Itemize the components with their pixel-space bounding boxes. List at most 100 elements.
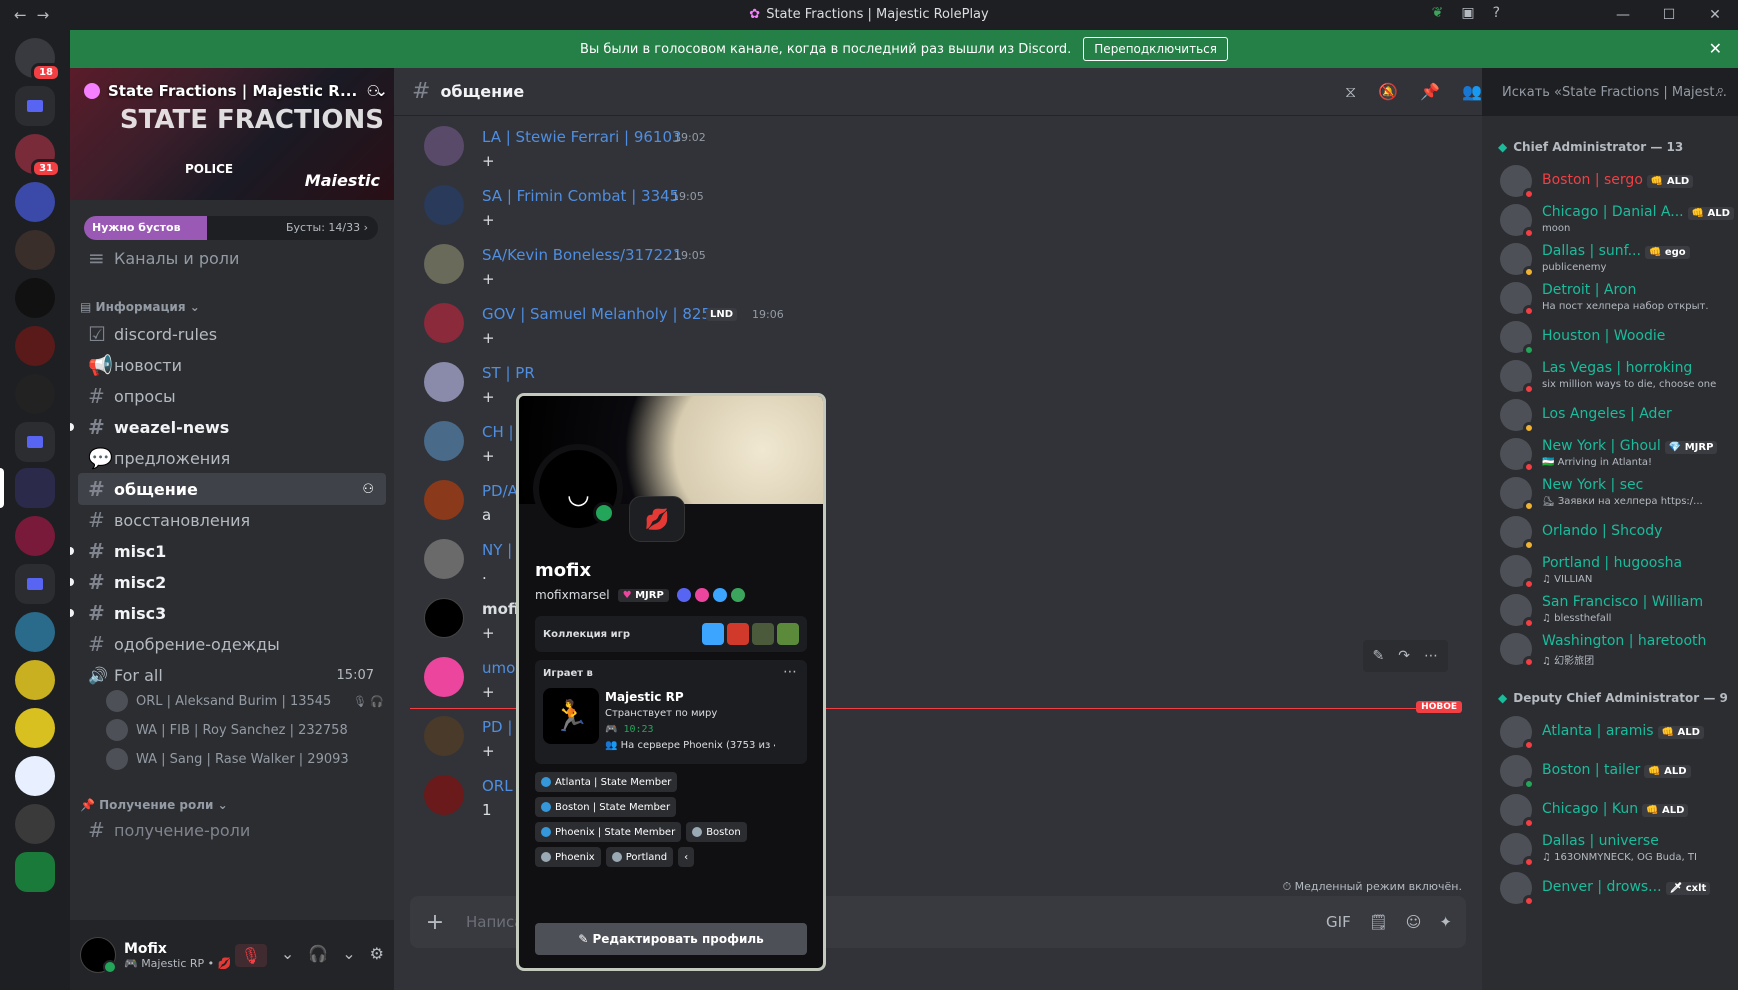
more-icon[interactable]: ⋯ [783, 664, 797, 680]
server-green[interactable] [15, 852, 55, 892]
server-emblem[interactable] [15, 374, 55, 414]
channel-misc1[interactable]: # misc1 [70, 535, 386, 567]
channel-news[interactable]: 📢 новости [78, 349, 386, 381]
member-row[interactable]: Las Vegas | horroking six million ways to… [1490, 355, 1738, 397]
member-row[interactable]: San Francisco | William ♫ blessthefall [1490, 589, 1738, 631]
attach-plus-icon[interactable]: + [424, 910, 446, 935]
pinned-messages-icon[interactable]: 📌 [1420, 82, 1440, 102]
member-row[interactable]: Orlando | Shcody [1490, 511, 1738, 553]
message-author[interactable]: LA | Stewie Ferrari | 96103 [482, 128, 682, 146]
message[interactable]: SA/Kevin Boneless/317221 19:05 + [410, 240, 1462, 300]
avatar[interactable] [1500, 477, 1535, 512]
reconnect-button[interactable]: Переподключиться [1083, 37, 1228, 61]
avatar[interactable] [1500, 755, 1535, 790]
member-row[interactable]: Chicago | Kun 👊 ALD [1490, 789, 1738, 831]
server-gold[interactable] [15, 708, 55, 748]
custom-status-bubble[interactable]: 💋 [629, 496, 685, 542]
avatar[interactable] [1500, 360, 1535, 395]
avatar[interactable] [424, 716, 464, 756]
avatar[interactable] [1500, 165, 1535, 200]
avatar[interactable] [1500, 633, 1535, 668]
message[interactable]: SA | Frimin Combat | 3345 19:05 + [410, 181, 1462, 241]
member-row[interactable]: Houston | Woodie [1490, 316, 1738, 358]
badge-icon[interactable] [676, 588, 691, 602]
badge-icon[interactable] [694, 588, 709, 602]
avatar[interactable] [1500, 321, 1535, 356]
server-tag[interactable]: MJRP [617, 588, 669, 602]
member-row[interactable]: Dallas | universe ♫ 163ONMYNECK, OG Buda,… [1490, 828, 1738, 870]
channel-general-selected[interactable]: # общение ⚇ [78, 473, 386, 505]
avatar[interactable] [424, 480, 464, 520]
member-row[interactable]: New York | sec ⛸ Заявки на хелпера https:… [1490, 472, 1738, 514]
member-row[interactable]: Portland | hugoosha ♫ VILLIAN [1490, 550, 1738, 592]
boost-progress[interactable]: Нужно бустов Бусты: 14/33 › [84, 216, 378, 240]
channel-misc3[interactable]: # misc3 [70, 597, 386, 629]
avatar[interactable] [424, 775, 464, 815]
voice-user[interactable]: WA | FIB | Roy Sanchez | 232758 [106, 717, 384, 743]
apps-icon[interactable]: ✦ [1439, 913, 1452, 931]
message-author[interactable]: SA | Frimin Combat | 3345 [482, 187, 679, 205]
guild-banner[interactable]: STATE FRACTIONS POLICE Maiestic State Fr… [70, 68, 394, 200]
avatar[interactable] [1500, 204, 1535, 239]
invite-icon[interactable]: ⚇ [367, 82, 380, 100]
server-folder[interactable] [15, 86, 55, 126]
game-icon[interactable] [727, 623, 749, 645]
avatar[interactable] [1500, 399, 1535, 434]
close-window-button[interactable]: ✕ [1692, 0, 1738, 30]
member-row[interactable]: Dallas | sunf... 👊 ego publicenemy [1490, 238, 1738, 280]
avatar[interactable] [424, 185, 464, 225]
channel-get-role[interactable]: # получение-роли [78, 814, 386, 846]
close-icon[interactable]: ✕ [1709, 39, 1722, 58]
member-row[interactable]: Boston | sergo 👊 ALD [1490, 160, 1738, 202]
server-majestic-2[interactable] [15, 804, 55, 844]
avatar[interactable] [424, 244, 464, 284]
edit-profile-button[interactable]: ✎ Редактировать профиль [535, 923, 807, 955]
game-collection[interactable]: Коллекция игр [535, 616, 807, 652]
member-row[interactable]: Chicago | Danial A... 👊 ALD moon [1490, 199, 1738, 241]
member-row[interactable]: Denver | drows... 🗡 cxlt [1490, 867, 1738, 909]
inbox-icon[interactable]: ▣ [1461, 5, 1474, 21]
channel-discord-rules[interactable]: ☑ discord-rules [78, 318, 386, 350]
server-state-fractions[interactable] [15, 468, 55, 508]
message-author[interactable]: ST | PR [482, 364, 535, 382]
voice-user[interactable]: WA | Sang | Rase Walker | 29093 [106, 746, 384, 772]
guild-name-button[interactable]: State Fractions | Majestic R... ⌄ [84, 82, 388, 100]
role-tag[interactable]: Atlanta | State Member [535, 772, 678, 792]
role-tag[interactable]: Boston | State Member [535, 797, 677, 817]
avatar[interactable] [1500, 282, 1535, 317]
avatar[interactable] [424, 362, 464, 402]
channel-recovery[interactable]: # восстановления [78, 504, 386, 536]
notifications-muted-icon[interactable]: 🔕 [1378, 82, 1398, 102]
member-row[interactable]: Los Angeles | Ader [1490, 394, 1738, 436]
avatar[interactable] [1500, 872, 1535, 907]
game-icon[interactable] [752, 623, 774, 645]
server-experience[interactable] [15, 326, 55, 366]
member-row[interactable]: Detroit | Aron На пост хелпера набор откр… [1490, 277, 1738, 319]
server-majestic[interactable]: 31 [15, 134, 61, 178]
message-author[interactable]: SA/Kevin Boneless/317221 [482, 246, 682, 264]
avatar[interactable] [424, 657, 464, 697]
avatar[interactable] [1500, 794, 1535, 829]
server-vanilla[interactable] [15, 756, 55, 796]
role-tag[interactable]: Phoenix [535, 847, 601, 867]
server-folder-3[interactable] [15, 564, 55, 604]
server-folder-2[interactable] [15, 422, 55, 462]
avatar[interactable] [1500, 516, 1535, 551]
game-icon[interactable] [702, 623, 724, 645]
channel-suggestions[interactable]: 💬 предложения [78, 442, 386, 474]
gif-icon[interactable]: GIF [1326, 913, 1351, 931]
channel-polls[interactable]: # опросы [78, 380, 386, 412]
headphones-icon[interactable]: 🎧 [308, 944, 328, 967]
role-tag[interactable]: Portland [605, 847, 674, 867]
message-author[interactable]: GOV | Samuel Melanholy | 82507 [482, 305, 730, 323]
badge-icon[interactable] [712, 588, 727, 602]
category-info[interactable]: ▤ Информация ⌄ [80, 300, 200, 314]
avatar[interactable] [424, 303, 464, 343]
avatar[interactable] [424, 598, 464, 638]
member-list-icon[interactable]: 👥 [1462, 82, 1482, 102]
avatar[interactable] [1500, 438, 1535, 473]
chevron-down-icon[interactable]: ⌄ [281, 944, 294, 967]
game-icon[interactable] [777, 623, 799, 645]
badge-icon[interactable] [730, 588, 745, 602]
collapse-roles-button[interactable]: ‹ [678, 847, 695, 867]
